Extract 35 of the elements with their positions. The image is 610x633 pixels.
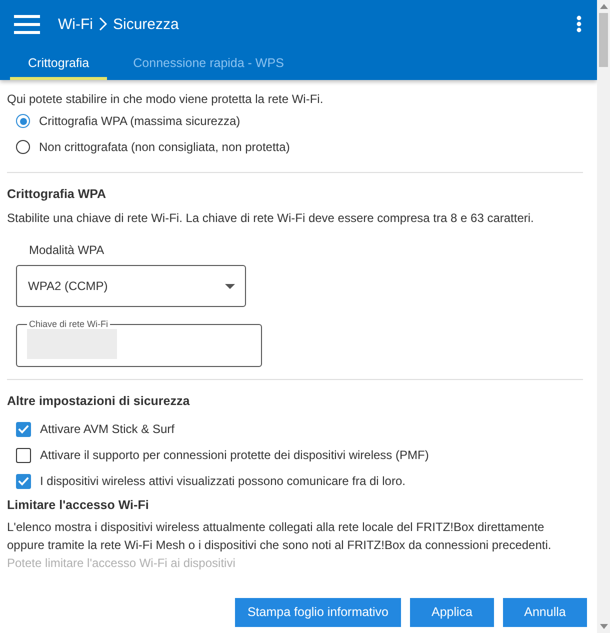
tab[interactable]: Connessione rapida - WPS [117,48,300,80]
radio-label: Crittografia WPA (massima sicurezza) [39,114,240,128]
section-title: Limitare l'accesso Wi-Fi [7,498,150,512]
checkbox-label: I dispositivi wireless attivi visualizzati possono comunicare fra di loro. [40,474,406,488]
section-title: Altre impostazioni di sicurezza [7,394,191,408]
breadcrumb-link[interactable]: Wi-Fi [58,16,93,32]
checkbox[interactable] [16,448,31,462]
action-button[interactable]: Annulla [503,598,587,626]
menu-icon[interactable] [14,14,40,34]
field-label: Modalità WPA [29,243,106,257]
scroll-up-icon[interactable] [600,4,608,9]
section-description: Stabilite una chiave di rete Wi-Fi. La chiave di rete Wi-Fi deve essere compresa tra 8 e 63 caratteri. [7,210,535,227]
action-button[interactable]: Stampa foglio informativo [235,598,401,626]
tab[interactable]: Crittografia [10,48,108,80]
scroll-down-icon[interactable] [600,624,608,629]
chevron-icon [98,17,107,31]
checkbox[interactable] [16,422,31,436]
radio-button[interactable] [16,140,30,154]
action-button[interactable]: Applica [410,598,494,626]
caret-icon [225,284,235,288]
faded-text: Potete limitare l'accesso Wi-Fi ai dispositivi [7,555,236,572]
radio-button[interactable] [16,114,30,128]
checkbox[interactable] [16,474,31,488]
section-description: L'elenco mostra i dispositivi wireless attualmente collegati alla rete locale del FRITZ!Box direttamente oppure tramite la rete Wi-Fi Mesh o i dispositivi che sono noti al FRITZ!Box da connessioni precedenti. [7,519,552,554]
checkbox-label: Attivare il supporto per connessioni protette dei dispositivi wireless (PMF) [40,448,429,462]
intro-text: Qui potete stabilire in che modo viene protetta la rete Wi-Fi. [7,91,324,108]
network-key-field[interactable]: Chiave di rete Wi-Fi [16,319,262,367]
checkbox-label: Attivare AVM Stick & Surf [40,422,174,436]
scrollbar-thumb[interactable] [599,13,608,67]
scrollbar[interactable] [597,0,610,633]
more-icon[interactable] [576,15,582,33]
section-title: Crittografia WPA [7,187,108,201]
wpa-mode-dropdown[interactable]: WPA2 (CCMP) [16,265,246,307]
radio-label: Non crittografata (non consigliata, non protetta) [39,140,290,154]
page-title: Sicurezza [112,16,179,32]
